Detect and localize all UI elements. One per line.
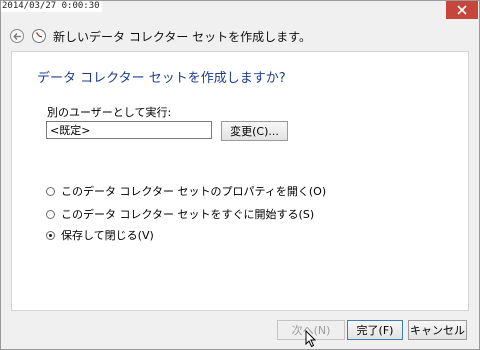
back-arrow-icon bbox=[12, 32, 21, 40]
radio-button[interactable] bbox=[46, 186, 55, 196]
run-as-label: 別のユーザーとして実行: bbox=[47, 106, 172, 119]
mouse-cursor-icon bbox=[305, 330, 317, 348]
radio-save-close[interactable]: 保存して閉じる(V) bbox=[46, 227, 154, 243]
wizard-title: 新しいデータ コレクター セットを作成します。 bbox=[53, 29, 311, 44]
timestamp: 2014/03/27 0:00:30 bbox=[1, 1, 102, 12]
wizard-window: 2014/03/27 0:00:30 新しいデータ コレクター セットを作成しま… bbox=[0, 0, 480, 350]
close-button[interactable] bbox=[446, 1, 478, 19]
page-heading: データ コレクター セットを作成しますか? bbox=[37, 71, 286, 86]
wizard-icon bbox=[32, 29, 46, 43]
radio-button-selected[interactable] bbox=[46, 230, 55, 240]
radio-start-now[interactable]: このデータ コレクター セットをすぐに開始する(S) bbox=[46, 206, 314, 222]
radio-label: このデータ コレクター セットをすぐに開始する(S) bbox=[61, 208, 315, 221]
wizard-header: 新しいデータ コレクター セットを作成します。 bbox=[2, 23, 478, 49]
wizard-content-panel: データ コレクター セットを作成しますか? 別のユーザーとして実行: 変更(C)… bbox=[11, 51, 469, 311]
radio-open-properties[interactable]: このデータ コレクター セットのプロパティを開く(O) bbox=[46, 183, 326, 199]
close-icon bbox=[457, 5, 467, 15]
change-user-button[interactable]: 変更(C)... bbox=[221, 121, 288, 141]
radio-button[interactable] bbox=[46, 209, 55, 219]
radio-label: このデータ コレクター セットのプロパティを開く(O) bbox=[61, 185, 327, 198]
cancel-button[interactable]: キャンセル bbox=[408, 320, 467, 340]
run-as-input[interactable] bbox=[46, 121, 212, 139]
radio-label: 保存して閉じる(V) bbox=[61, 229, 154, 242]
back-button[interactable] bbox=[10, 29, 24, 43]
finish-button[interactable]: 完了(F) bbox=[347, 320, 403, 340]
